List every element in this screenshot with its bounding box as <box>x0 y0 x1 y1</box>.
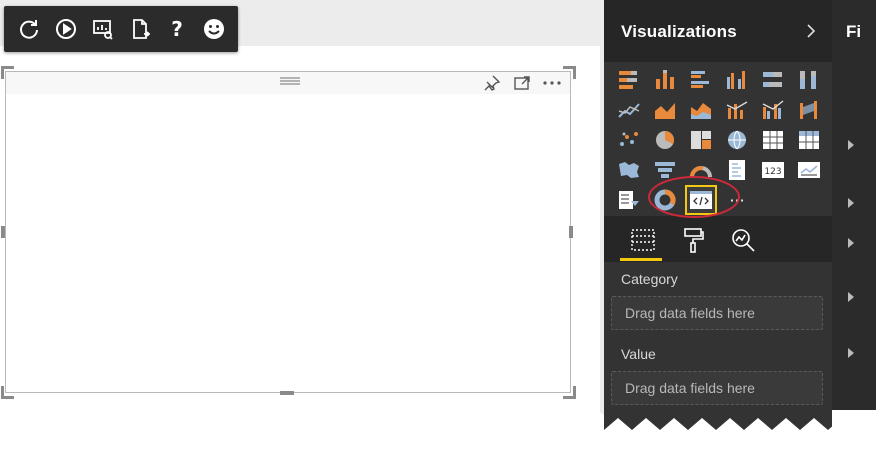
multi-row-card-icon[interactable] <box>722 156 752 184</box>
filled-map-icon[interactable] <box>614 156 644 184</box>
filter-expand-arrow-icon[interactable] <box>846 196 856 210</box>
area-chart-icon[interactable] <box>650 96 680 124</box>
category-drop-zone[interactable]: Drag data fields here <box>611 296 823 330</box>
stacked-area-chart-icon[interactable] <box>686 96 716 124</box>
map-globe-icon[interactable] <box>722 126 752 154</box>
svg-text:?: ? <box>171 17 183 41</box>
torn-edge-decoration-right <box>604 416 876 453</box>
stacked-column-chart-icon[interactable] <box>650 66 680 94</box>
kpi-icon[interactable] <box>794 156 824 184</box>
filter-expand-arrow-icon[interactable] <box>846 138 856 152</box>
custom-visual-code-icon[interactable] <box>685 185 717 215</box>
focus-mode-icon[interactable] <box>512 74 532 92</box>
100-stacked-column-chart-icon[interactable] <box>794 66 824 94</box>
refresh-icon[interactable] <box>15 15 43 43</box>
scatter-chart-icon[interactable] <box>614 126 644 154</box>
treemap-icon[interactable] <box>686 126 716 154</box>
100-stacked-bar-chart-icon[interactable] <box>758 66 788 94</box>
matrix-icon[interactable] <box>794 126 824 154</box>
visual-header <box>6 72 570 94</box>
fields-tab-icon[interactable] <box>625 222 661 258</box>
empty-visual-container[interactable] <box>5 71 571 393</box>
page-export-icon[interactable] <box>126 15 154 43</box>
help-icon[interactable]: ? <box>163 15 191 43</box>
ribbon-chart-icon[interactable] <box>794 96 824 124</box>
visualizations-panel: Visualizations 123 ··· Category Drag dat… <box>604 0 832 440</box>
filters-panel-title: Fi <box>846 22 862 41</box>
play-icon[interactable] <box>52 15 80 43</box>
resize-handle-left[interactable] <box>1 226 5 238</box>
clustered-column-chart-icon[interactable] <box>722 66 752 94</box>
more-options-icon[interactable] <box>542 74 562 92</box>
funnel-icon[interactable] <box>650 156 680 184</box>
gauge-icon[interactable] <box>686 156 716 184</box>
resize-corner-top-left[interactable] <box>1 66 14 79</box>
svg-text:123: 123 <box>764 167 781 177</box>
pie-chart-icon[interactable] <box>650 126 680 154</box>
analytics-magnifier-icon[interactable] <box>725 222 761 258</box>
filter-expand-arrow-icon[interactable] <box>846 346 856 360</box>
filter-expand-arrow-icon[interactable] <box>846 236 856 250</box>
report-view-icon[interactable] <box>89 15 117 43</box>
donut-chart-icon[interactable] <box>650 186 680 214</box>
line-chart-icon[interactable] <box>614 96 644 124</box>
panel-title: Visualizations <box>621 22 737 41</box>
chevron-right-icon[interactable] <box>804 22 818 40</box>
more-visuals-icon[interactable]: ··· <box>722 186 752 214</box>
clustered-bar-chart-icon[interactable] <box>686 66 716 94</box>
pin-icon[interactable] <box>482 74 502 92</box>
active-tab-indicator <box>620 258 662 261</box>
smiley-feedback-icon[interactable] <box>200 15 228 43</box>
card-icon[interactable]: 123 <box>758 156 788 184</box>
line-and-stacked-column-chart-icon[interactable] <box>722 96 752 124</box>
floating-toolbar: ? <box>4 6 238 52</box>
format-paint-roller-icon[interactable] <box>675 222 711 258</box>
panel-title-bar: Visualizations <box>604 0 832 62</box>
stacked-bar-chart-icon[interactable] <box>614 66 644 94</box>
resize-handle-right[interactable] <box>569 226 573 238</box>
drag-grip-icon[interactable] <box>280 77 300 85</box>
value-well-label: Value <box>621 346 656 362</box>
category-well-label: Category <box>621 271 678 287</box>
panel-tabs <box>604 216 832 262</box>
slicer-icon[interactable] <box>614 186 644 214</box>
table-icon[interactable] <box>758 126 788 154</box>
filter-expand-arrow-icon[interactable] <box>846 290 856 304</box>
resize-corner-top-right[interactable] <box>563 66 576 79</box>
line-and-clustered-column-chart-icon[interactable] <box>758 96 788 124</box>
